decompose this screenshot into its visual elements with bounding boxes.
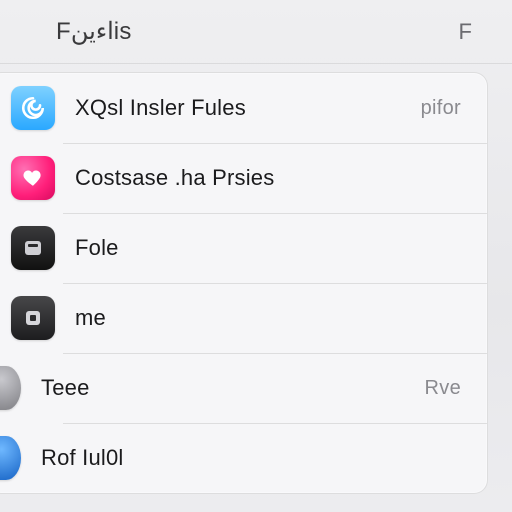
row-label: Costsase .ha Prsies xyxy=(75,165,461,191)
list-row-0[interactable]: XQsl Insler Fules pifor xyxy=(0,73,487,143)
row-label: me xyxy=(75,305,461,331)
row-label: XQsl Insler Fules xyxy=(75,95,421,121)
settings-list: XQsl Insler Fules pifor Costsase .ha Prs… xyxy=(0,72,488,494)
list-row-1[interactable]: Costsase .ha Prsies xyxy=(0,143,487,213)
list-row-2[interactable]: Fole xyxy=(0,213,487,283)
row-label: Teee xyxy=(41,375,425,401)
header-right-label: F xyxy=(459,19,472,45)
row-label: Rof Iul0l xyxy=(41,445,461,471)
header: Fاءینis F xyxy=(0,0,512,64)
row-label: Fole xyxy=(75,235,461,261)
chip-icon xyxy=(11,296,55,340)
heart-icon xyxy=(11,156,55,200)
spiral-icon xyxy=(11,86,55,130)
row-value: Rve xyxy=(425,377,461,400)
row-value: pifor xyxy=(421,97,461,120)
header-title: Fاءینis xyxy=(56,17,132,46)
list-row-5[interactable]: Rof Iul0l xyxy=(0,423,487,493)
tile-icon xyxy=(11,226,55,270)
list-row-3[interactable]: me xyxy=(0,283,487,353)
list-row-4[interactable]: Teee Rve xyxy=(0,353,487,423)
orb-blue-icon xyxy=(0,436,21,480)
orb-gray-icon xyxy=(0,366,21,410)
